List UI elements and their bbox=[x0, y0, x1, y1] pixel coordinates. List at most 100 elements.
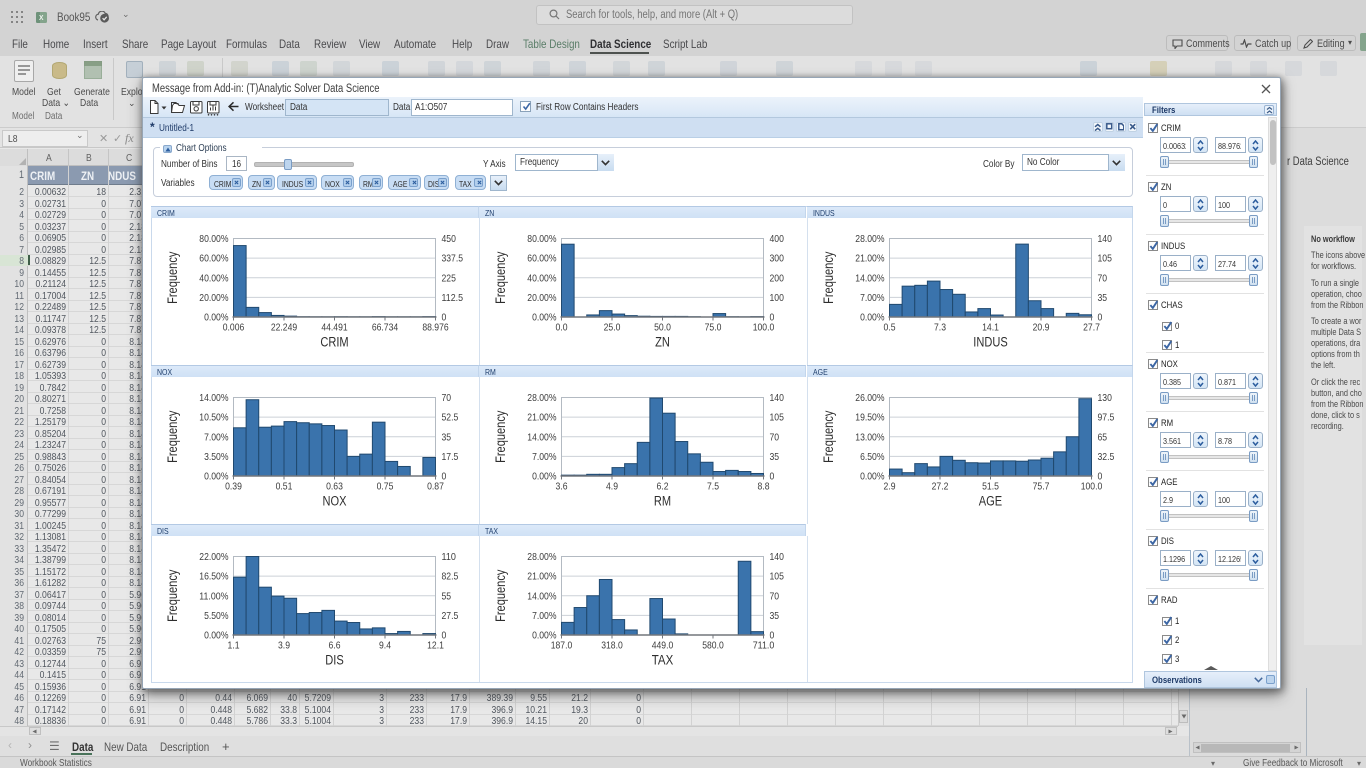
svg-text:7.00%: 7.00% bbox=[204, 431, 228, 443]
svg-text:25.0: 25.0 bbox=[603, 322, 620, 334]
svg-text:27.2: 27.2 bbox=[931, 481, 948, 493]
svg-text:112.5: 112.5 bbox=[442, 292, 464, 304]
svg-text:60.00%: 60.00% bbox=[527, 253, 556, 265]
svg-text:27.5: 27.5 bbox=[442, 610, 459, 622]
svg-text:0.5: 0.5 bbox=[883, 322, 895, 334]
svg-text:65: 65 bbox=[1097, 431, 1107, 443]
svg-text:3.9: 3.9 bbox=[278, 640, 290, 652]
svg-text:70: 70 bbox=[769, 590, 779, 602]
svg-text:7.5: 7.5 bbox=[707, 481, 719, 493]
svg-text:105: 105 bbox=[1097, 253, 1112, 265]
svg-text:3.6: 3.6 bbox=[555, 481, 567, 493]
svg-text:318.0: 318.0 bbox=[601, 640, 623, 652]
svg-text:7.00%: 7.00% bbox=[532, 610, 556, 622]
svg-text:3.50%: 3.50% bbox=[204, 451, 228, 463]
svg-text:DIS: DIS bbox=[325, 653, 344, 668]
svg-text:50.0: 50.0 bbox=[654, 322, 671, 334]
svg-text:Frequency: Frequency bbox=[165, 251, 180, 303]
svg-text:337.5: 337.5 bbox=[442, 253, 464, 265]
svg-text:1.1: 1.1 bbox=[228, 640, 240, 652]
svg-text:6.6: 6.6 bbox=[329, 640, 341, 652]
svg-text:52.5: 52.5 bbox=[442, 412, 459, 424]
svg-text:ZN: ZN bbox=[655, 335, 670, 350]
svg-text:14.00%: 14.00% bbox=[527, 431, 556, 443]
svg-text:75.0: 75.0 bbox=[704, 322, 721, 334]
svg-text:0.00%: 0.00% bbox=[532, 312, 556, 324]
svg-text:0.00%: 0.00% bbox=[532, 471, 556, 483]
svg-text:7.3: 7.3 bbox=[934, 322, 946, 334]
svg-text:100: 100 bbox=[769, 292, 784, 304]
svg-text:70: 70 bbox=[769, 431, 779, 443]
svg-text:CRIM: CRIM bbox=[320, 335, 348, 350]
svg-text:8.8: 8.8 bbox=[757, 481, 769, 493]
svg-text:66.734: 66.734 bbox=[372, 322, 398, 334]
svg-text:28.00%: 28.00% bbox=[527, 392, 556, 404]
svg-text:19.50%: 19.50% bbox=[855, 412, 884, 424]
svg-text:711.0: 711.0 bbox=[752, 640, 774, 652]
svg-text:14.00%: 14.00% bbox=[527, 590, 556, 602]
svg-text:Frequency: Frequency bbox=[493, 251, 508, 303]
svg-text:0.63: 0.63 bbox=[326, 481, 343, 493]
svg-text:0.75: 0.75 bbox=[377, 481, 394, 493]
svg-text:14.1: 14.1 bbox=[982, 322, 999, 334]
svg-text:0.006: 0.006 bbox=[223, 322, 245, 334]
svg-text:140: 140 bbox=[1097, 233, 1112, 245]
svg-text:4.9: 4.9 bbox=[606, 481, 618, 493]
svg-text:70: 70 bbox=[1097, 272, 1107, 284]
svg-text:40.00%: 40.00% bbox=[527, 272, 556, 284]
svg-text:70: 70 bbox=[442, 392, 452, 404]
svg-text:0.39: 0.39 bbox=[225, 481, 242, 493]
svg-text:400: 400 bbox=[769, 233, 784, 245]
svg-text:14.00%: 14.00% bbox=[199, 392, 228, 404]
svg-text:28.00%: 28.00% bbox=[855, 233, 884, 245]
svg-text:17.5: 17.5 bbox=[442, 451, 459, 463]
svg-text:35: 35 bbox=[769, 610, 779, 622]
svg-text:16.50%: 16.50% bbox=[199, 571, 228, 583]
svg-text:Frequency: Frequency bbox=[493, 410, 508, 462]
svg-text:22.249: 22.249 bbox=[271, 322, 297, 334]
svg-text:TAX: TAX bbox=[651, 653, 673, 668]
svg-text:13.00%: 13.00% bbox=[855, 431, 884, 443]
svg-text:80.00%: 80.00% bbox=[199, 233, 228, 245]
svg-text:21.00%: 21.00% bbox=[855, 253, 884, 265]
svg-text:449.0: 449.0 bbox=[651, 640, 673, 652]
svg-text:187.0: 187.0 bbox=[550, 640, 572, 652]
svg-text:28.00%: 28.00% bbox=[527, 551, 556, 563]
svg-text:97.5: 97.5 bbox=[1097, 412, 1114, 424]
svg-text:140: 140 bbox=[769, 392, 784, 404]
svg-text:7.00%: 7.00% bbox=[532, 451, 556, 463]
svg-text:20.9: 20.9 bbox=[1032, 322, 1049, 334]
svg-text:130: 130 bbox=[1097, 392, 1112, 404]
svg-text:105: 105 bbox=[769, 412, 784, 424]
svg-text:INDUS: INDUS bbox=[973, 335, 1007, 350]
svg-text:22.00%: 22.00% bbox=[199, 551, 228, 563]
svg-text:21.00%: 21.00% bbox=[527, 571, 556, 583]
svg-text:75.7: 75.7 bbox=[1032, 481, 1049, 493]
svg-text:40.00%: 40.00% bbox=[199, 272, 228, 284]
svg-text:12.1: 12.1 bbox=[427, 640, 444, 652]
svg-text:0: 0 bbox=[769, 471, 774, 483]
svg-text:35: 35 bbox=[769, 451, 779, 463]
svg-text:5.50%: 5.50% bbox=[204, 610, 228, 622]
svg-text:0.0: 0.0 bbox=[555, 322, 567, 334]
svg-text:0.00%: 0.00% bbox=[860, 312, 884, 324]
svg-text:100.0: 100.0 bbox=[1080, 481, 1102, 493]
svg-text:200: 200 bbox=[769, 272, 784, 284]
svg-text:20.00%: 20.00% bbox=[199, 292, 228, 304]
svg-text:44.491: 44.491 bbox=[321, 322, 347, 334]
svg-text:35: 35 bbox=[1097, 292, 1107, 304]
svg-text:20.00%: 20.00% bbox=[527, 292, 556, 304]
svg-text:60.00%: 60.00% bbox=[199, 253, 228, 265]
svg-text:Frequency: Frequency bbox=[821, 410, 836, 462]
svg-text:10.50%: 10.50% bbox=[199, 412, 228, 424]
svg-text:Frequency: Frequency bbox=[821, 251, 836, 303]
svg-text:6.50%: 6.50% bbox=[860, 451, 884, 463]
svg-text:225: 225 bbox=[442, 272, 457, 284]
svg-text:0.00%: 0.00% bbox=[860, 471, 884, 483]
svg-text:2.9: 2.9 bbox=[883, 481, 895, 493]
svg-text:300: 300 bbox=[769, 253, 784, 265]
svg-text:105: 105 bbox=[769, 571, 784, 583]
svg-text:27.7: 27.7 bbox=[1083, 322, 1100, 334]
svg-text:450: 450 bbox=[442, 233, 457, 245]
svg-text:RM: RM bbox=[653, 494, 670, 509]
